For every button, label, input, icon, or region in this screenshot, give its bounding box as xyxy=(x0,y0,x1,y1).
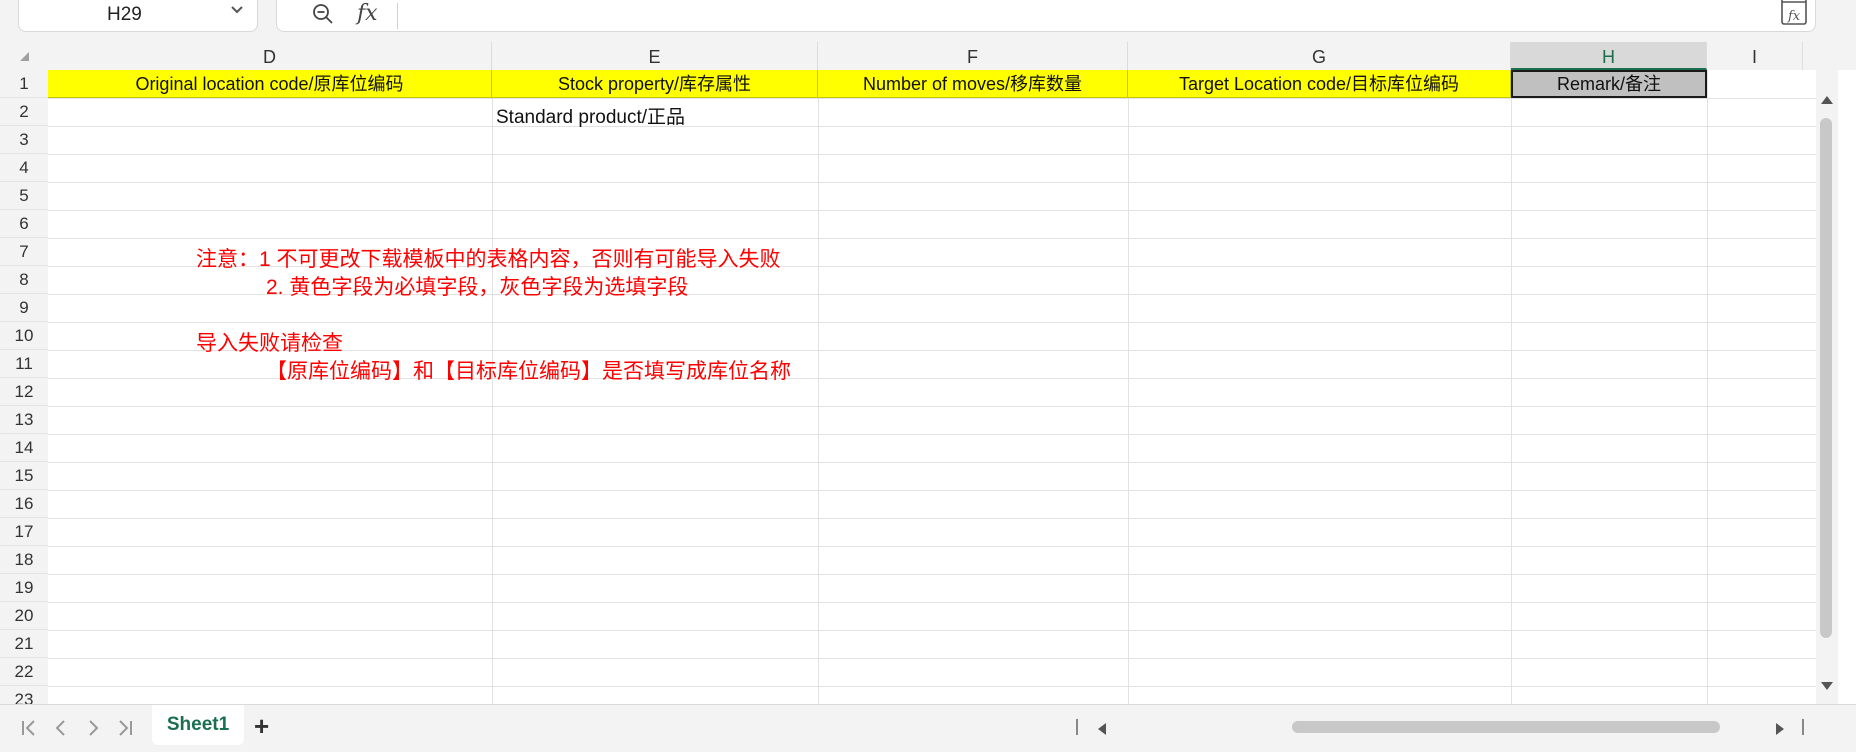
grid-row-line xyxy=(48,518,1820,519)
formula-bar: H29 fx fx xyxy=(0,0,1856,42)
grid-column-line xyxy=(1511,70,1512,704)
row-header[interactable]: 1 xyxy=(0,70,48,98)
vertical-scrollbar[interactable] xyxy=(1816,70,1838,704)
scroll-divider xyxy=(1076,719,1078,735)
column-header-e[interactable]: E xyxy=(492,42,818,70)
row-header[interactable]: 4 xyxy=(0,154,48,182)
header-cell-original-location[interactable]: Original location code/原库位编码 xyxy=(48,70,492,98)
vertical-scroll-thumb[interactable] xyxy=(1820,118,1832,638)
grid-column-line xyxy=(492,70,493,704)
note-line-4: 【原库位编码】和【目标库位编码】是否填写成库位名称 xyxy=(266,360,791,383)
previous-sheet-icon[interactable] xyxy=(50,715,72,741)
note-line-1: 注意：1 不可更改下载模板中的表格内容，否则有可能导入失败 xyxy=(196,248,781,271)
last-sheet-icon[interactable] xyxy=(114,715,136,741)
row-header[interactable]: 22 xyxy=(0,658,48,686)
horizontal-scroll-thumb[interactable] xyxy=(1292,721,1720,733)
name-box[interactable]: H29 xyxy=(18,0,258,32)
add-sheet-button[interactable]: + xyxy=(254,711,269,742)
grid-row-line xyxy=(48,238,1820,239)
zoom-out-icon[interactable] xyxy=(311,2,335,26)
svg-text:fx: fx xyxy=(1787,9,1801,24)
row-header[interactable]: 7 xyxy=(0,238,48,266)
grid-row-line xyxy=(48,434,1820,435)
grid-column-line xyxy=(1707,70,1708,704)
row-headers: 1 2 3 4 5 6 7 8 9 10 11 12 13 14 15 16 17 18 19 20 21 22 23 xyxy=(0,70,48,704)
column-header-i[interactable]: I xyxy=(1707,42,1803,70)
row-header[interactable]: 10 xyxy=(0,322,48,350)
column-header-f[interactable]: F xyxy=(818,42,1128,70)
row-header[interactable]: 18 xyxy=(0,546,48,574)
row-header[interactable]: 8 xyxy=(0,266,48,294)
grid-row-line xyxy=(48,630,1820,631)
row-header[interactable]: 6 xyxy=(0,210,48,238)
grid-row-line xyxy=(48,490,1820,491)
grid-row-line xyxy=(48,602,1820,603)
row-header[interactable]: 17 xyxy=(0,518,48,546)
grid-column-line xyxy=(818,70,819,704)
row-header[interactable]: 13 xyxy=(0,406,48,434)
row-header[interactable]: 14 xyxy=(0,434,48,462)
cell-e2[interactable]: Standard product/正品 xyxy=(496,102,685,129)
grid-row-line xyxy=(48,322,1820,323)
fx-icon[interactable]: fx xyxy=(357,1,378,26)
row-header[interactable]: 19 xyxy=(0,574,48,602)
grid-row-line xyxy=(48,658,1820,659)
grid-row-line xyxy=(48,182,1820,183)
sheet-tab-bar: Sheet1 + xyxy=(0,704,1856,752)
cell-area[interactable]: Original location code/原库位编码 Stock prope… xyxy=(48,70,1820,704)
row-header[interactable]: 3 xyxy=(0,126,48,154)
scroll-down-arrow-icon[interactable] xyxy=(1821,682,1833,690)
chevron-down-icon[interactable] xyxy=(227,0,247,19)
grid-row-line xyxy=(48,406,1820,407)
grid-row-line xyxy=(48,462,1820,463)
spreadsheet-grid: D E F G H I 1 2 3 4 5 6 7 8 9 10 11 12 13 14 15 16 17 18 1… xyxy=(0,42,1856,704)
grid-row-line xyxy=(48,126,1820,127)
header-cell-target-location[interactable]: Target Location code/目标库位编码 xyxy=(1128,70,1511,98)
row-header[interactable]: 11 xyxy=(0,350,48,378)
formula-divider xyxy=(397,3,398,29)
row-header[interactable]: 5 xyxy=(0,182,48,210)
first-sheet-icon[interactable] xyxy=(18,715,40,741)
column-header-g[interactable]: G xyxy=(1128,42,1511,70)
note-line-3: 导入失败请检查 xyxy=(196,332,343,355)
next-sheet-icon[interactable] xyxy=(82,715,104,741)
cell-reference: H29 xyxy=(107,4,142,25)
row-header[interactable]: 9 xyxy=(0,294,48,322)
row-header[interactable]: 15 xyxy=(0,462,48,490)
column-header-h[interactable]: H xyxy=(1511,42,1707,70)
column-header-d[interactable]: D xyxy=(48,42,492,70)
sheet-tab-sheet1[interactable]: Sheet1 xyxy=(152,705,244,745)
header-cell-stock-property[interactable]: Stock property/库存属性 xyxy=(492,70,818,98)
grid-row-line xyxy=(48,686,1820,687)
row-header[interactable]: 20 xyxy=(0,602,48,630)
header-cell-remark[interactable]: Remark/备注 xyxy=(1511,70,1707,98)
select-all-corner[interactable] xyxy=(0,42,48,70)
row-header[interactable]: 2 xyxy=(0,98,48,126)
note-line-2: 2. 黄色字段为必填字段，灰色字段为选填字段 xyxy=(266,276,689,299)
grid-row-line xyxy=(48,98,1820,99)
scroll-divider xyxy=(1802,719,1804,735)
row-header[interactable]: 16 xyxy=(0,490,48,518)
grid-row-line xyxy=(48,546,1820,547)
row-header[interactable]: 21 xyxy=(0,630,48,658)
formula-input[interactable]: fx xyxy=(276,0,1816,32)
grid-column-line xyxy=(1128,70,1129,704)
grid-row-line xyxy=(48,210,1820,211)
formula-panel-icon[interactable]: fx xyxy=(1780,0,1808,26)
scroll-left-arrow-icon[interactable] xyxy=(1098,723,1106,735)
scroll-up-arrow-icon[interactable] xyxy=(1821,96,1833,104)
grid-row-line xyxy=(48,574,1820,575)
grid-row-line xyxy=(48,154,1820,155)
header-cell-number-of-moves[interactable]: Number of moves/移库数量 xyxy=(818,70,1128,98)
scroll-right-arrow-icon[interactable] xyxy=(1776,723,1784,735)
column-headers: D E F G H I xyxy=(0,42,1856,70)
row-header[interactable]: 23 xyxy=(0,686,48,704)
row-header[interactable]: 12 xyxy=(0,378,48,406)
